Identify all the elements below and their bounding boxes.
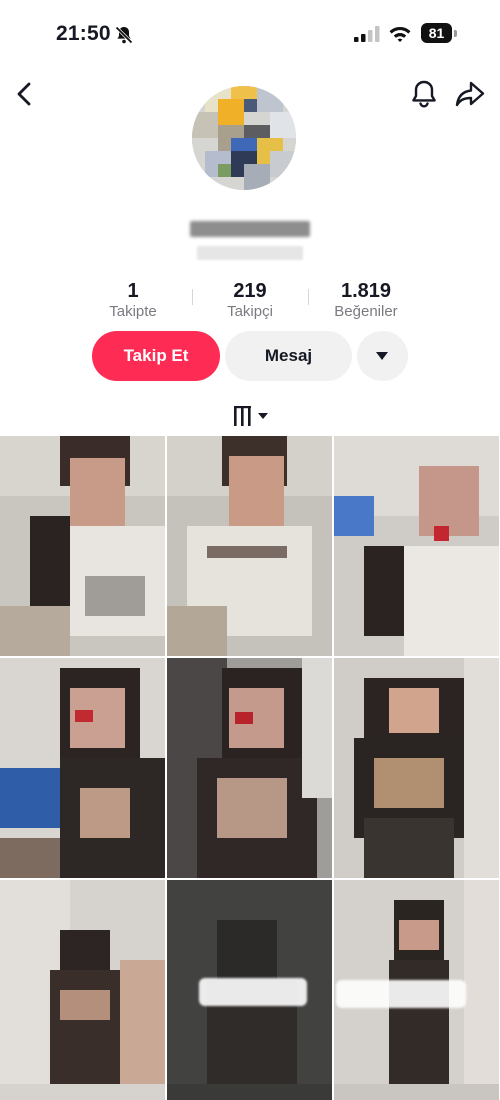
stat-followers-value: 219 <box>233 280 267 302</box>
suggested-accounts-button[interactable] <box>357 331 408 381</box>
stat-following[interactable]: 1 Takipte <box>73 280 193 322</box>
video-caption-overlay <box>199 978 307 1006</box>
profile-stats: 1 Takipte 219 Takipçi 1.819 Beğeniler <box>0 280 500 322</box>
battery-icon: 81 <box>421 23 457 43</box>
share-arrow-icon[interactable] <box>454 80 486 108</box>
stat-likes-label: Beğeniler <box>334 303 398 320</box>
status-time: 21:50 <box>56 22 111 45</box>
video-caption-overlay <box>336 980 466 1008</box>
video-thumbnail[interactable] <box>167 880 332 1100</box>
status-bar: 21:50 81 <box>0 0 500 64</box>
stat-following-label: Takipte <box>109 303 157 320</box>
back-arrow-icon[interactable] <box>12 80 38 108</box>
stat-divider <box>308 289 309 305</box>
cellular-signal-icon <box>354 26 380 42</box>
profile-handle <box>197 246 303 260</box>
profile-name <box>190 221 310 237</box>
video-thumbnail[interactable] <box>0 880 165 1100</box>
video-thumbnail[interactable] <box>334 880 499 1100</box>
stat-likes[interactable]: 1.819 Beğeniler <box>306 280 426 322</box>
wifi-icon <box>389 27 411 42</box>
stat-likes-value: 1.819 <box>340 280 392 302</box>
grid-view-icon[interactable] <box>232 404 272 428</box>
video-thumbnail[interactable] <box>334 658 499 878</box>
video-thumbnail[interactable] <box>334 436 499 656</box>
video-thumbnail[interactable] <box>167 658 332 878</box>
video-thumbnail[interactable] <box>167 436 332 656</box>
video-thumbnail[interactable] <box>0 658 165 878</box>
notification-bell-icon[interactable] <box>409 78 439 110</box>
stat-following-value: 1 <box>127 280 139 302</box>
bell-slash-icon <box>114 25 134 45</box>
follow-button[interactable]: Takip Et <box>92 331 220 381</box>
stat-followers[interactable]: 219 Takipçi <box>190 280 310 322</box>
battery-level: 81 <box>421 23 452 43</box>
stat-followers-label: Takipçi <box>227 303 273 320</box>
message-button[interactable]: Mesaj <box>225 331 352 381</box>
video-thumbnail[interactable] <box>0 436 165 656</box>
stat-divider <box>192 289 193 305</box>
caret-down-icon <box>376 352 388 360</box>
video-grid <box>0 436 500 1100</box>
avatar[interactable] <box>192 86 296 190</box>
